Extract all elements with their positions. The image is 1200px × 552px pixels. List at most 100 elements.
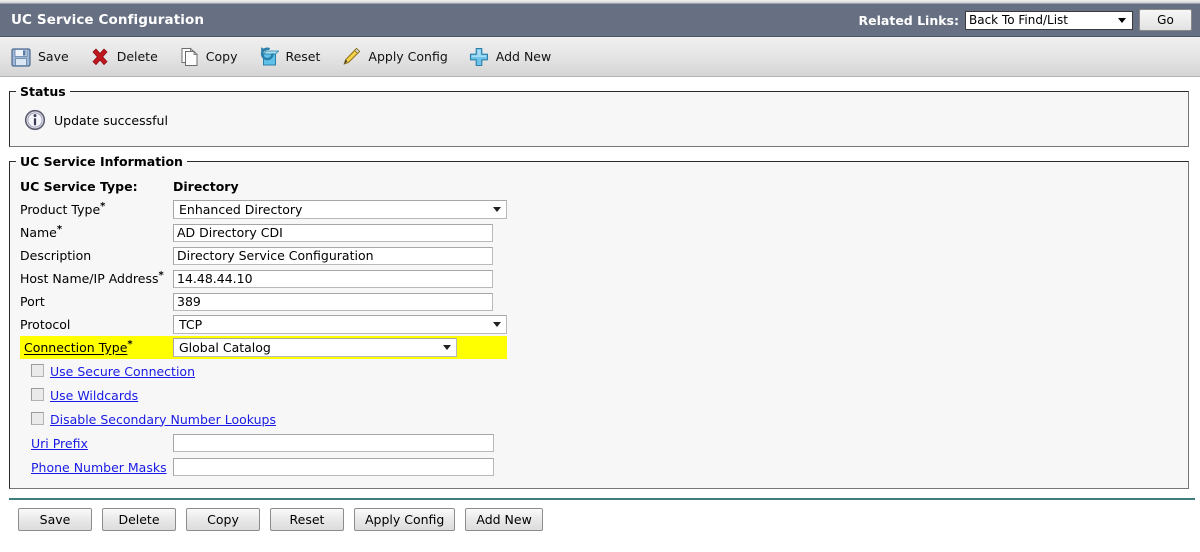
toolbar-reset-button[interactable]: Reset bbox=[257, 46, 320, 68]
port-cell: 389 bbox=[173, 290, 507, 313]
page-header-bar: UC Service Configuration Related Links: … bbox=[0, 4, 1200, 37]
connection-type-label: Connection Type* bbox=[20, 336, 173, 359]
required-asterisk: * bbox=[127, 339, 133, 351]
footer-reset-button[interactable]: Reset bbox=[270, 508, 344, 531]
toolbar-copy-label: Copy bbox=[205, 49, 238, 64]
row-protocol: Protocol TCP bbox=[20, 313, 507, 336]
use-secure-connection-checkbox[interactable] bbox=[31, 363, 44, 377]
page-title: UC Service Configuration bbox=[11, 12, 205, 28]
uc-service-information-panel: UC Service Information UC Service Type: … bbox=[9, 154, 1189, 489]
description-cell: Directory Service Configuration bbox=[173, 244, 507, 267]
connection-type-select[interactable]: Global Catalog bbox=[173, 338, 457, 357]
checkbox-row-use-wildcards[interactable]: Use Wildcards bbox=[20, 383, 1178, 407]
phone-number-masks-label-link[interactable]: Phone Number Masks bbox=[31, 460, 167, 475]
copy-icon bbox=[181, 47, 198, 66]
use-wildcards-checkbox[interactable] bbox=[31, 387, 44, 401]
host-name-ip-address-input[interactable]: 14.48.44.10 bbox=[173, 269, 493, 288]
uc-service-information-body: UC Service Type: Directory Product Type*… bbox=[10, 169, 1188, 488]
host-name-ip-address-cell: 14.48.44.10 bbox=[173, 267, 507, 290]
page-content: Status Update successful UC Service Info… bbox=[0, 84, 1200, 531]
row-description: Description Directory Service Configurat… bbox=[20, 244, 507, 267]
toolbar-apply-config-label: Apply Config bbox=[368, 49, 448, 64]
uri-prefix-cell bbox=[172, 431, 494, 455]
go-button[interactable]: Go bbox=[1139, 9, 1192, 31]
toolbar-save-button[interactable]: Save bbox=[10, 46, 69, 68]
status-panel-legend: Status bbox=[20, 84, 66, 99]
row-connection-type: Connection Type* Global Catalog bbox=[20, 336, 507, 359]
toolbar-add-new-button[interactable]: Add New bbox=[468, 46, 551, 68]
row-port: Port 389 bbox=[20, 290, 507, 313]
name-label-text: Name bbox=[20, 225, 57, 241]
row-host-name-ip-address: Host Name/IP Address* 14.48.44.10 bbox=[20, 267, 507, 290]
chevron-down-icon bbox=[443, 345, 451, 350]
delete-icon bbox=[92, 48, 108, 65]
footer-apply-config-button[interactable]: Apply Config bbox=[354, 508, 456, 531]
use-secure-connection-label[interactable]: Use Secure Connection bbox=[50, 364, 195, 379]
uri-prefix-label: Uri Prefix bbox=[20, 431, 173, 455]
protocol-select[interactable]: TCP bbox=[173, 315, 507, 334]
footer-button-row: Save Delete Copy Reset Apply Config Add … bbox=[6, 500, 1194, 531]
disable-secondary-number-lookups-label[interactable]: Disable Secondary Number Lookups bbox=[50, 412, 276, 427]
port-input[interactable]: 389 bbox=[173, 292, 493, 311]
uri-prefix-label-link[interactable]: Uri Prefix bbox=[31, 436, 88, 451]
uc-service-form: UC Service Type: Directory Product Type*… bbox=[20, 175, 507, 359]
row-uri-prefix: Uri Prefix bbox=[20, 431, 494, 455]
related-links-group: Related Links: Back To Find/List Go bbox=[859, 9, 1192, 31]
status-message: Update successful bbox=[54, 112, 168, 128]
add-new-icon bbox=[469, 47, 488, 66]
apply-config-icon bbox=[343, 47, 361, 65]
reset-icon bbox=[261, 46, 280, 65]
connection-type-cell: Global Catalog bbox=[173, 336, 507, 359]
product-type-select[interactable]: Enhanced Directory bbox=[173, 200, 507, 219]
footer-save-button[interactable]: Save bbox=[18, 508, 92, 531]
uc-service-information-legend: UC Service Information bbox=[20, 154, 183, 169]
status-message-row: Update successful bbox=[20, 105, 1178, 137]
related-links-select[interactable]: Back To Find/List bbox=[965, 10, 1133, 30]
connection-type-label-link[interactable]: Connection Type bbox=[24, 341, 127, 356]
uc-service-type-value: Directory bbox=[173, 179, 239, 194]
extra-fields-form: Uri Prefix Phone Number Masks bbox=[20, 431, 494, 479]
host-name-ip-address-label-text: Host Name/IP Address bbox=[20, 271, 159, 287]
use-wildcards-label[interactable]: Use Wildcards bbox=[50, 388, 138, 403]
footer-add-new-button[interactable]: Add New bbox=[465, 508, 543, 531]
name-label: Name* bbox=[20, 221, 173, 244]
port-label: Port bbox=[20, 294, 45, 309]
uc-service-type-label: UC Service Type: bbox=[20, 179, 138, 194]
status-panel-body: Update successful bbox=[10, 99, 1188, 146]
required-asterisk: * bbox=[56, 224, 63, 236]
checkbox-row-disable-secondary-number-lookups[interactable]: Disable Secondary Number Lookups bbox=[20, 407, 1178, 431]
info-icon bbox=[24, 109, 46, 131]
phone-number-masks-input[interactable] bbox=[172, 458, 494, 476]
required-asterisk: * bbox=[100, 201, 106, 213]
toolbar-delete-label: Delete bbox=[116, 49, 158, 64]
phone-number-masks-cell bbox=[172, 455, 494, 479]
uri-prefix-input[interactable] bbox=[172, 434, 494, 452]
description-input[interactable]: Directory Service Configuration bbox=[173, 246, 493, 265]
footer-delete-button[interactable]: Delete bbox=[102, 508, 176, 531]
chevron-down-icon bbox=[493, 207, 501, 212]
related-links-label: Related Links: bbox=[858, 12, 959, 28]
description-label: Description bbox=[20, 248, 92, 263]
toolbar-delete-button[interactable]: Delete bbox=[89, 46, 158, 68]
name-cell: AD Directory CDI bbox=[173, 221, 507, 244]
row-uc-service-type: UC Service Type: Directory bbox=[20, 175, 507, 198]
chevron-down-icon bbox=[1118, 17, 1126, 23]
protocol-cell: TCP bbox=[173, 313, 507, 336]
name-input[interactable]: AD Directory CDI bbox=[173, 223, 493, 242]
disable-secondary-number-lookups-checkbox[interactable] bbox=[31, 411, 44, 425]
footer-copy-button[interactable]: Copy bbox=[186, 508, 260, 531]
action-toolbar: Save Delete Copy Reset Apply Config Add … bbox=[0, 37, 1200, 77]
toolbar-copy-button[interactable]: Copy bbox=[178, 46, 238, 68]
chevron-down-icon bbox=[493, 322, 501, 327]
related-links-selected-value: Back To Find/List bbox=[969, 13, 1068, 27]
checkbox-group: Use Secure Connection Use Wildcards Disa… bbox=[20, 359, 1178, 431]
toolbar-reset-label: Reset bbox=[285, 49, 321, 64]
toolbar-apply-config-button[interactable]: Apply Config bbox=[340, 46, 448, 68]
toolbar-save-label: Save bbox=[38, 49, 69, 64]
product-type-label-text: Product Type bbox=[20, 202, 101, 218]
connection-type-value: Global Catalog bbox=[179, 340, 271, 355]
status-panel: Status Update successful bbox=[9, 84, 1189, 147]
save-icon bbox=[11, 47, 31, 67]
product-type-cell: Enhanced Directory bbox=[173, 198, 507, 221]
checkbox-row-use-secure-connection[interactable]: Use Secure Connection bbox=[20, 359, 1178, 383]
